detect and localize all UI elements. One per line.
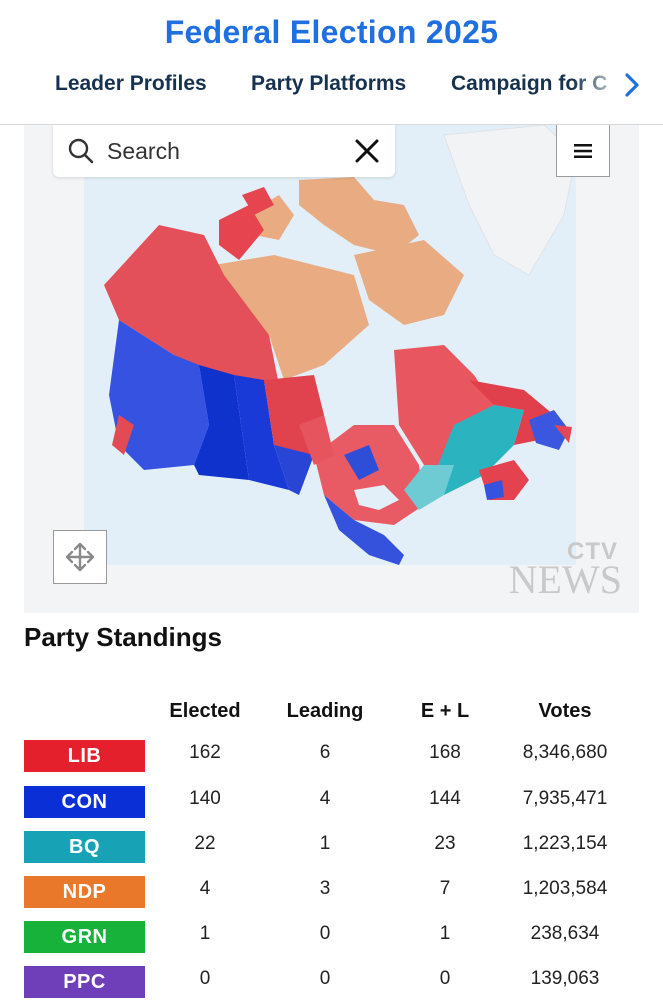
- cell-leading: 4: [319, 788, 331, 809]
- standings-title: Party Standings: [24, 622, 222, 652]
- cell-votes: 7,935,471: [522, 788, 608, 809]
- cell-leading: 0: [319, 968, 331, 989]
- party-badge: BQ: [24, 831, 145, 863]
- app-header: Federal Election 2025 Leader Profiles Pa…: [0, 0, 663, 125]
- cell-elected: 4: [199, 878, 211, 899]
- nav-next-button[interactable]: [617, 68, 647, 102]
- cell-el: 1: [439, 923, 451, 944]
- cell-el: 23: [434, 833, 456, 854]
- cell-elected: 162: [189, 742, 221, 763]
- col-header-votes: Votes: [538, 700, 592, 722]
- cell-el: 7: [439, 878, 451, 899]
- party-badge: LIB: [24, 740, 145, 772]
- nav-leader-profiles[interactable]: Leader Profiles: [55, 72, 207, 96]
- search-input[interactable]: [107, 135, 337, 167]
- cell-leading: 6: [319, 742, 331, 763]
- recenter-map-button[interactable]: [53, 530, 107, 584]
- table-row: CON 140 4 144 7,935,471: [0, 786, 663, 822]
- cell-votes: 8,346,680: [522, 742, 608, 763]
- section-nav: Leader Profiles Party Platforms Campaign…: [0, 66, 663, 106]
- election-map[interactable]: CTV NEWS: [24, 125, 639, 613]
- cell-elected: 22: [194, 833, 216, 854]
- col-header-elected: Elected: [169, 700, 241, 722]
- ctv-news-logo: CTV NEWS: [502, 538, 622, 600]
- table-row: LIB 162 6 168 8,346,680: [0, 740, 663, 776]
- move-arrows-icon: [65, 542, 95, 572]
- cell-votes: 139,063: [530, 968, 600, 989]
- cell-elected: 1: [199, 923, 211, 944]
- party-badge: GRN: [24, 921, 145, 953]
- cell-el: 144: [429, 788, 461, 809]
- cell-leading: 1: [319, 833, 331, 854]
- col-header-leading: Leading: [286, 700, 364, 722]
- cell-votes: 1,223,154: [522, 833, 608, 854]
- cell-el: 0: [439, 968, 451, 989]
- search-icon: [68, 138, 94, 164]
- map-menu-button[interactable]: [556, 125, 610, 177]
- col-header-el: E + L: [420, 700, 470, 722]
- party-badge: CON: [24, 786, 145, 818]
- cell-votes: 1,203,584: [522, 878, 608, 899]
- cell-elected: 140: [189, 788, 221, 809]
- table-row: BQ 22 1 23 1,223,154: [0, 831, 663, 867]
- table-row: PPC 0 0 0 139,063: [0, 966, 663, 1000]
- cell-leading: 0: [319, 923, 331, 944]
- map-search-box: [53, 125, 395, 177]
- cell-elected: 0: [199, 968, 211, 989]
- party-badge: PPC: [24, 966, 145, 998]
- cell-votes: 238,634: [530, 923, 600, 944]
- nav-party-platforms[interactable]: Party Platforms: [251, 72, 406, 96]
- logo-bottom-text: NEWS: [508, 557, 622, 602]
- table-row: GRN 1 0 1 238,634: [0, 921, 663, 957]
- page-title: Federal Election 2025: [164, 14, 499, 50]
- cell-leading: 3: [319, 878, 331, 899]
- party-badge: NDP: [24, 876, 145, 908]
- close-icon[interactable]: [353, 137, 381, 165]
- table-row: NDP 4 3 7 1,203,584: [0, 876, 663, 912]
- hamburger-icon: [574, 143, 592, 158]
- cell-el: 168: [429, 742, 461, 763]
- chevron-right-icon: [625, 73, 639, 97]
